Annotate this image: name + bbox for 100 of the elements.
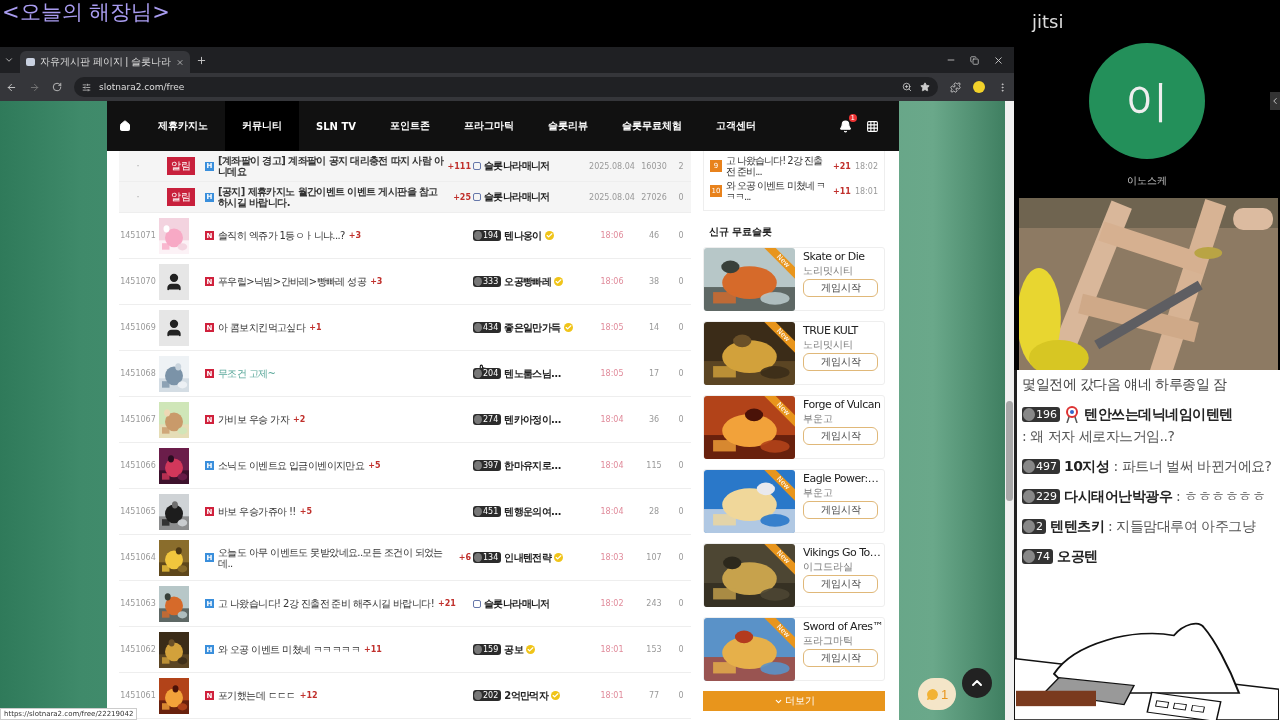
- author-name[interactable]: 텐노룸스님…: [504, 366, 561, 381]
- post-date: 2025.08.04: [588, 161, 636, 171]
- author-name[interactable]: 한마유지로…: [504, 458, 561, 473]
- author-name[interactable]: 슬롯나라매니저: [484, 190, 550, 204]
- post-title[interactable]: 아 콤보치킨먹고싶다: [218, 322, 306, 333]
- tab-list-icon[interactable]: [4, 55, 14, 65]
- nav-item[interactable]: 제휴카지노: [141, 101, 225, 151]
- author-name[interactable]: 인내텐전략: [504, 550, 552, 565]
- browser-tab[interactable]: 자유게시판 페이지 | 슬롯나라: [20, 51, 190, 73]
- play-button[interactable]: 게임시작: [803, 353, 878, 371]
- new-tab-icon[interactable]: [196, 54, 207, 66]
- post-title[interactable]: 바보 우승가쥬아 !!: [218, 506, 296, 517]
- star-icon[interactable]: [920, 82, 930, 92]
- close-icon[interactable]: [993, 54, 1004, 66]
- reload-icon[interactable]: [52, 82, 62, 92]
- notice-tag: 알림: [167, 157, 195, 175]
- post-title[interactable]: 푸우릴>닉빔>간바레>빵빠레 성공: [218, 276, 367, 287]
- play-button[interactable]: 게임시작: [803, 575, 878, 593]
- post-time: 18:04: [599, 461, 625, 470]
- home-icon[interactable]: [119, 120, 131, 132]
- post-number: 1451067: [119, 415, 157, 424]
- author-name[interactable]: 좋은일만가득: [504, 320, 561, 335]
- post-time: 18:01: [599, 691, 625, 700]
- manager-icon: [473, 193, 481, 201]
- nav-item[interactable]: 슬롯리뷰: [531, 101, 605, 151]
- nav-item[interactable]: SLN TV: [299, 101, 373, 151]
- post-title[interactable]: [공지] 제휴카지노 월간이벤트 이벤트 게시판을 참고 하시길 바랍니다.: [218, 186, 450, 208]
- chat-message: : 지들맘대루여 아주그냥: [1108, 517, 1256, 536]
- view-count: 17: [647, 369, 661, 378]
- author-name[interactable]: 2억만먹자: [504, 688, 549, 703]
- game-provider: 이그드라실: [803, 560, 854, 574]
- level-badge: 196: [1022, 406, 1060, 422]
- popular-title[interactable]: 와 오공 이벤트 미쳤네 ㅋㅋㅋ...: [726, 180, 830, 202]
- play-button[interactable]: 게임시작: [803, 649, 878, 667]
- comment-count: +6: [458, 553, 471, 562]
- restore-icon[interactable]: [970, 54, 979, 66]
- like-count: 2: [677, 161, 685, 171]
- author-name[interactable]: 슬롯나라매니저: [484, 159, 550, 173]
- grid-icon[interactable]: [866, 119, 879, 133]
- author-name[interactable]: 오공빵빠레: [504, 274, 552, 289]
- chat-user: 10지성: [1064, 457, 1110, 476]
- participant-avatar: 이: [1089, 43, 1205, 159]
- chat-message: 몇일전에 갔다옴 얘네 하루종일 잠: [1022, 375, 1228, 394]
- view-count: 107: [645, 553, 663, 562]
- post-title[interactable]: 오늘도 아무 이벤트도 못받았네요..모든 조건이 되었는데..: [218, 546, 455, 569]
- play-button[interactable]: 게임시작: [803, 279, 878, 297]
- play-button[interactable]: 게임시작: [803, 427, 878, 445]
- bell-icon[interactable]: [839, 119, 852, 133]
- author-name[interactable]: 텐나옹이: [504, 228, 542, 243]
- nav-item[interactable]: 슬롯무료체험: [605, 101, 699, 151]
- collapse-button[interactable]: [1270, 92, 1280, 110]
- post-title[interactable]: 가비보 우승 가자: [218, 414, 289, 425]
- post-time: 18:06: [599, 277, 625, 286]
- puzzle-icon[interactable]: [950, 81, 961, 93]
- view-count: 77: [647, 691, 661, 700]
- post-title[interactable]: 와 오공 이벤트 미쳤네 ㅋㅋㅋㅋㅋ: [218, 644, 360, 655]
- forward-icon[interactable]: [29, 81, 40, 93]
- nav-item[interactable]: 프라그마틱: [447, 101, 531, 151]
- comment-count: +12: [299, 691, 318, 700]
- post-time: 18:04: [599, 507, 625, 516]
- post-time: 18:04: [599, 415, 625, 424]
- zoom-icon[interactable]: [902, 82, 912, 92]
- level-badge: 74: [1022, 548, 1053, 564]
- post-time: 18:01: [854, 186, 878, 196]
- nav-item[interactable]: 고객센터: [699, 101, 773, 151]
- profile-icon[interactable]: [973, 81, 985, 93]
- post-number: 1451061: [119, 691, 157, 700]
- author-name[interactable]: 텐카아정이…: [504, 412, 561, 427]
- popular-title[interactable]: 고 나왔습니다! 2강 진출전 준비...: [726, 155, 830, 177]
- play-button[interactable]: 게임시작: [803, 501, 878, 519]
- scrollbar[interactable]: [1005, 101, 1014, 720]
- post-title[interactable]: 포기했는데 ㄷㄷㄷ: [218, 690, 296, 701]
- level-badge: 434: [473, 322, 502, 333]
- level-badge: 274: [473, 414, 502, 425]
- post-number: 1451068: [119, 369, 157, 378]
- post-title[interactable]: 솔직히 엑쥬가 1등ㅇㅏ니냐...?: [218, 230, 345, 241]
- nav-item[interactable]: 포인트존: [373, 101, 447, 151]
- author-name[interactable]: 텐행운의여…: [504, 504, 561, 519]
- comment-count: +25: [453, 192, 471, 202]
- post-number: 1451063: [119, 599, 157, 608]
- level-badge: 204: [473, 368, 502, 379]
- post-title[interactable]: [계좌팔이 경고] 계좌팔이 공지 대리충전 따지 사람 아니데요: [218, 155, 444, 177]
- author-name[interactable]: 공보: [504, 642, 524, 657]
- page-icon: [26, 58, 35, 66]
- view-count: 36: [647, 415, 661, 424]
- author-name[interactable]: 슬롯나라매니저: [484, 596, 550, 611]
- back-icon[interactable]: [6, 81, 17, 93]
- nav-item[interactable]: 커뮤니티: [225, 101, 299, 151]
- comment-count: +21: [833, 161, 851, 171]
- address-field[interactable]: slotnara2.com/free: [74, 77, 938, 97]
- level-badge: 134: [473, 552, 502, 563]
- scroll-top-button[interactable]: [962, 668, 992, 698]
- game-provider: 노리밋시티: [803, 338, 854, 352]
- post-time: 18:01: [599, 645, 625, 654]
- post-title[interactable]: 소닉도 이벤트요 입금이벤이지만요: [218, 460, 365, 471]
- row-bullet: ·: [135, 192, 141, 202]
- post-title[interactable]: 고 나왔습니다! 2강 진출전 준비 해주시길 바랍니다!: [218, 598, 435, 609]
- site-info-icon[interactable]: [82, 82, 91, 92]
- chat-user: 다시태어난박광우: [1064, 487, 1172, 506]
- post-number: 1451062: [119, 645, 157, 654]
